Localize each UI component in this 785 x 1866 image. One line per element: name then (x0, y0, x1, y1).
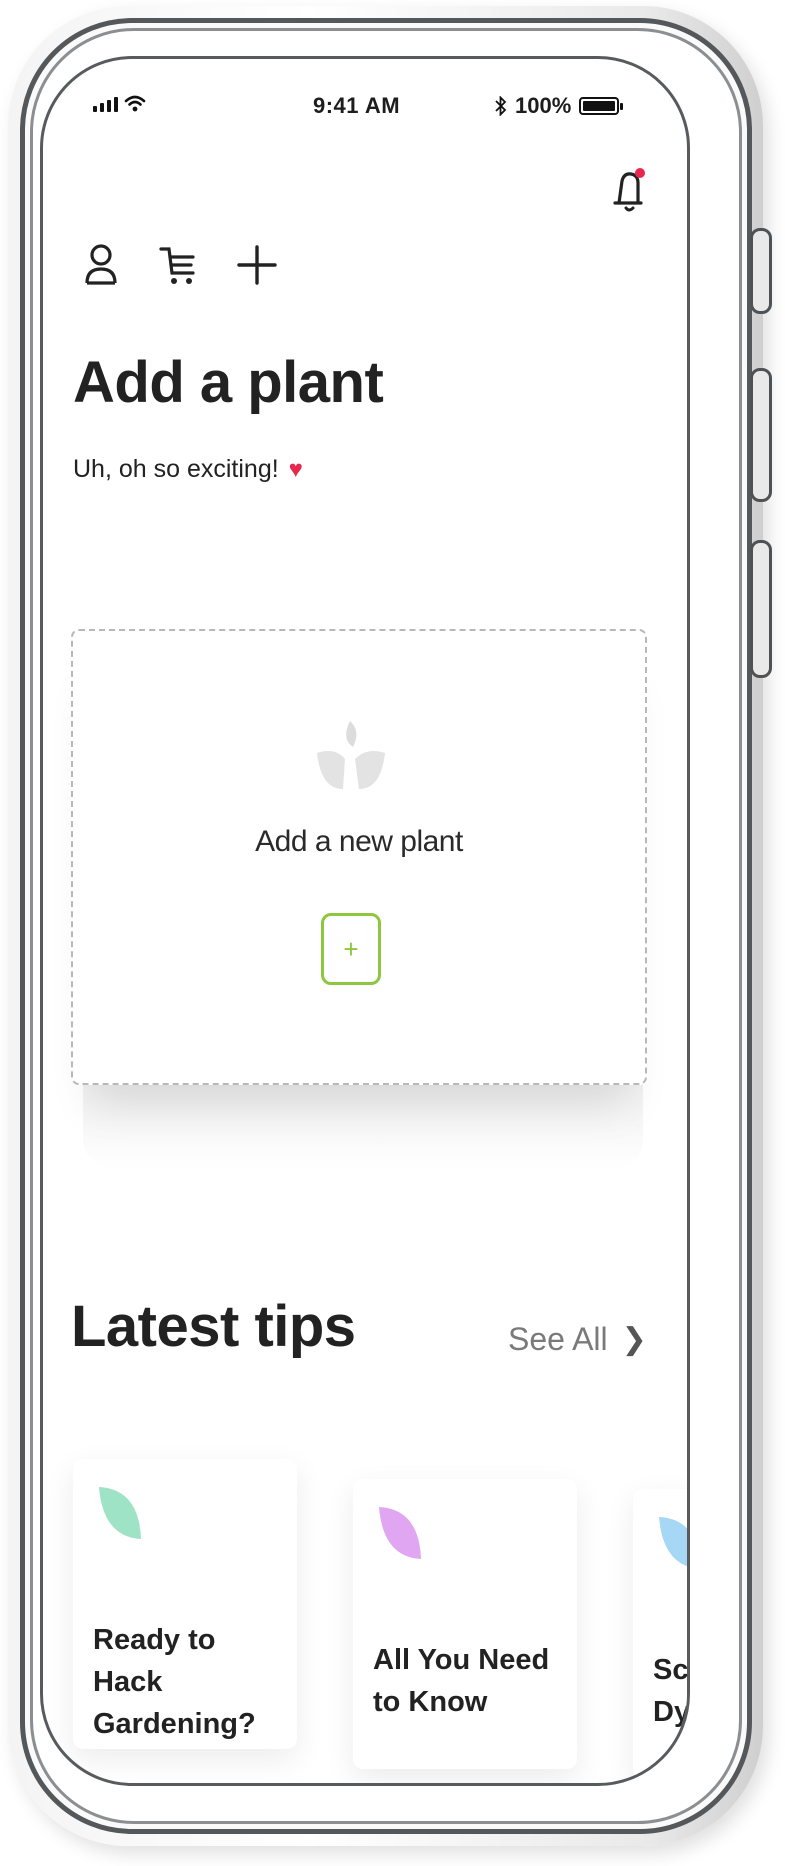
leaf-icon (99, 1487, 141, 1539)
notification-dot (635, 168, 645, 178)
add-plant-card[interactable]: Add a new plant + (71, 629, 647, 1085)
bell-icon[interactable] (609, 165, 649, 215)
page-subtitle: Uh, oh so exciting! ♥ (73, 455, 303, 484)
tip-title-line: Gardening? (93, 1708, 256, 1741)
tip-title-line: Dy (653, 1696, 690, 1729)
wifi-icon (124, 95, 146, 112)
tip-title: Sc Dy (653, 1649, 690, 1733)
battery-percent: 100% (515, 93, 572, 118)
status-left (93, 95, 146, 113)
tip-card[interactable]: Sc Dy (633, 1489, 690, 1779)
plant-icon (317, 721, 385, 789)
status-bar: 9:41 AM 100% (43, 93, 687, 123)
page-title: Add a plant (73, 350, 384, 415)
add-plant-label: Add a new plant (255, 825, 463, 858)
card-shadow (83, 1079, 643, 1169)
see-all-label: See All (508, 1321, 608, 1357)
volume-up-button (750, 368, 772, 502)
volume-down-button (750, 540, 772, 678)
chevron-right-icon: ❯ (621, 1323, 647, 1356)
tip-title-line: Sc (653, 1654, 689, 1686)
tips-carousel[interactable]: Ready to Hack Gardening? All You Need to… (73, 1459, 690, 1783)
heart-icon: ♥ (288, 455, 303, 483)
tip-title-line: All You Need (373, 1644, 550, 1676)
leaf-icon (379, 1507, 421, 1559)
top-icon-bar (79, 239, 279, 291)
signal-icon (93, 96, 118, 112)
cart-icon[interactable] (157, 239, 201, 291)
tip-title-line: Ready to Hack (93, 1624, 216, 1699)
tips-section-title: Latest tips (71, 1294, 356, 1359)
bluetooth-icon (495, 96, 507, 116)
tip-title: All You Need to Know (373, 1639, 563, 1723)
tip-title-line: to Know (373, 1686, 488, 1719)
mute-switch (750, 228, 772, 314)
tip-card[interactable]: Ready to Hack Gardening? (73, 1459, 297, 1749)
battery-level (583, 101, 616, 111)
tip-title: Ready to Hack Gardening? (93, 1619, 283, 1745)
see-all-link[interactable]: See All ❯ (508, 1321, 647, 1358)
leaf-icon (659, 1517, 687, 1567)
add-plant-button[interactable]: + (321, 913, 381, 985)
status-right: 100% (495, 93, 624, 119)
battery-icon (579, 97, 624, 115)
subtitle-text: Uh, oh so exciting! (73, 455, 279, 483)
app-screen: 9:41 AM 100% Add a plant Uh, oh so excit… (40, 56, 690, 1786)
tip-card[interactable]: All You Need to Know (353, 1479, 577, 1769)
plus-icon[interactable] (235, 239, 279, 291)
status-time: 9:41 AM (313, 93, 401, 118)
user-icon[interactable] (79, 239, 123, 291)
